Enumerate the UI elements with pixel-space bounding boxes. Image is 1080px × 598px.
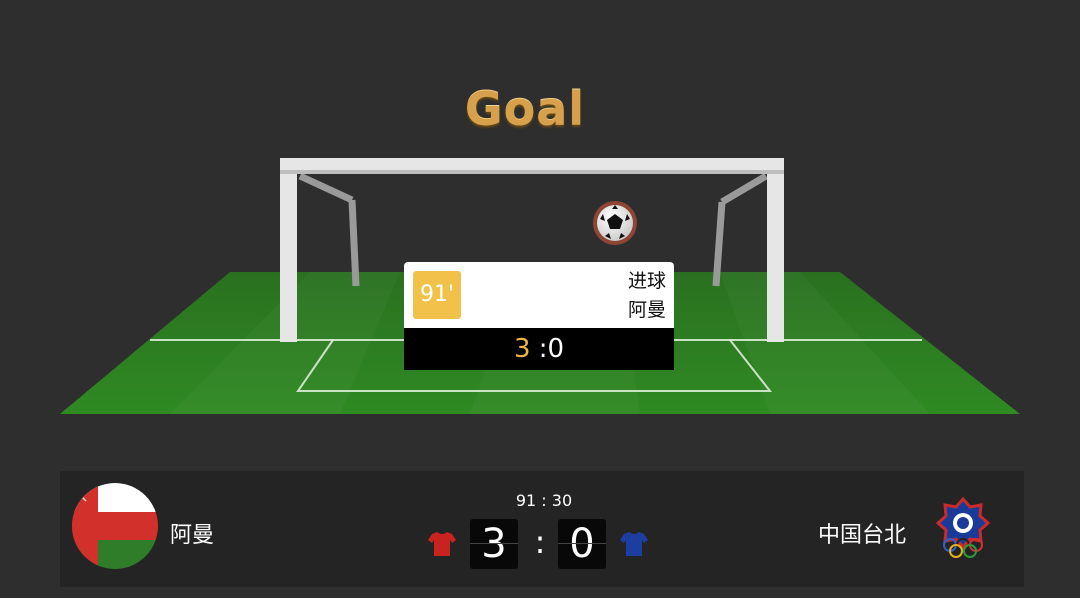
home-score: 3: [481, 521, 507, 567]
event-score-separator: :: [538, 334, 548, 364]
event-team-label: 阿曼: [627, 299, 666, 321]
event-score-home: 3: [513, 334, 531, 364]
home-team-name: 阿曼: [170, 523, 215, 548]
away-team-name: 中国台北: [817, 523, 906, 548]
right-goalpost: [767, 158, 784, 342]
event-minute-badge: 91': [413, 271, 461, 319]
away-shirt-icon: [620, 532, 648, 556]
away-score: 0: [569, 521, 595, 567]
home-score-box: 3: [470, 519, 518, 569]
chinese-taipei-emblem-icon: [935, 496, 991, 558]
event-card-header: 91' 进球 阿曼: [404, 262, 674, 328]
goal-title: Goal: [464, 82, 586, 136]
event-score: 3 :0: [404, 328, 674, 370]
match-clock: 91 : 30: [515, 491, 573, 510]
goal-animation-scene: Goal 91' 进球 阿曼 3 :0: [0, 0, 1080, 470]
left-goalpost: [280, 158, 297, 342]
event-type-label: 进球: [627, 270, 666, 292]
away-score-box: 0: [558, 519, 606, 569]
goal-event-card: 91' 进球 阿曼 3 :0: [404, 262, 674, 370]
score-box-divider: [558, 543, 606, 544]
event-score-away: 0: [547, 334, 565, 364]
score-box-divider: [470, 543, 518, 544]
oman-flag-icon: [72, 483, 158, 569]
pitch-and-goal: [60, 158, 1020, 414]
soccer-ball-icon: [593, 201, 637, 245]
match-scoreboard: 阿曼 91 : 30 3 : 0 中国台北: [60, 471, 1024, 587]
score-separator: :: [534, 523, 546, 561]
home-shirt-icon: [428, 532, 456, 556]
